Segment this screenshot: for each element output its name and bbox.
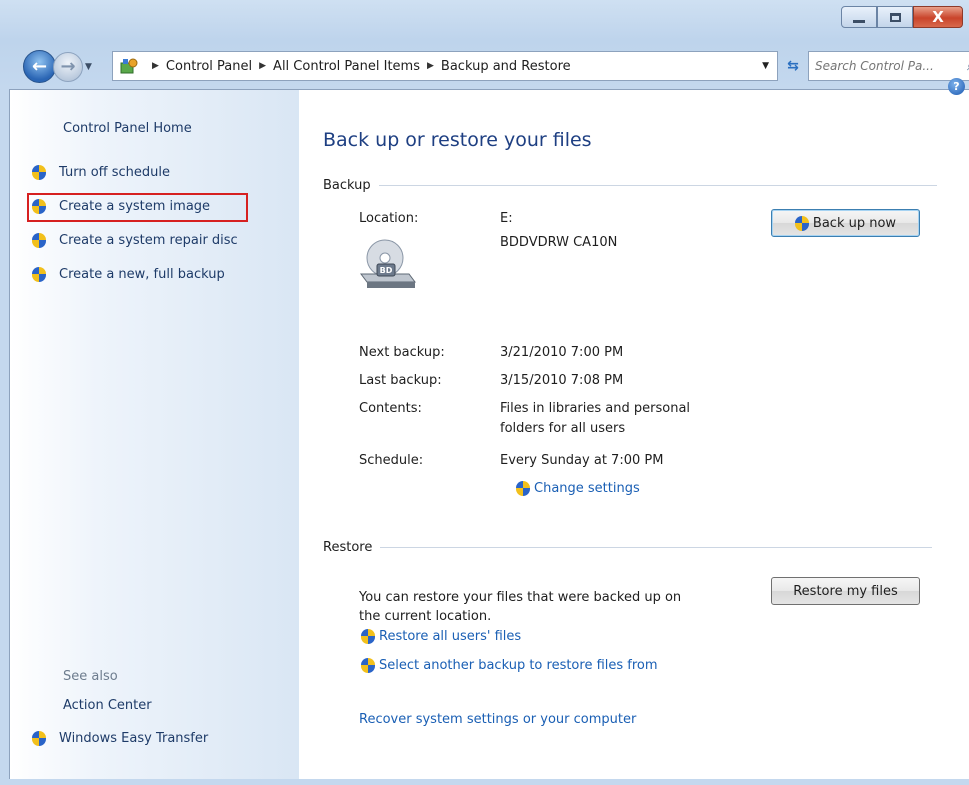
page-title: Back up or restore your files: [323, 129, 592, 151]
contents-value-line1: Files in libraries and personal: [500, 401, 691, 416]
next-backup-value: 3/21/2010 7:00 PM: [500, 345, 624, 360]
task-label: Windows Easy Transfer: [59, 731, 209, 746]
next-backup-label: Next backup:: [359, 345, 445, 360]
task-label: Create a system repair disc: [59, 233, 238, 248]
control-panel-icon: [119, 57, 139, 75]
uac-shield-icon: [32, 233, 46, 248]
restore-all-users-label: Restore all users' files: [379, 629, 522, 644]
restore-section-heading: Restore: [323, 540, 933, 555]
maximize-icon: [889, 12, 901, 22]
restore-description-line1: You can restore your files that were bac…: [359, 590, 682, 605]
uac-shield-icon: [516, 481, 530, 496]
uac-shield-icon: [794, 215, 809, 231]
task-turn-off-schedule[interactable]: Turn off schedule: [32, 165, 170, 180]
search-input[interactable]: [809, 58, 967, 74]
select-another-label: Select another backup to restore files f…: [379, 658, 658, 673]
maximize-button[interactable]: [877, 6, 913, 28]
contents-value-line2: folders for all users: [500, 421, 626, 436]
schedule-value: Every Sunday at 7:00 PM: [500, 453, 664, 468]
breadcrumb: ▶ Control Panel ▶ All Control Panel Item…: [145, 59, 571, 74]
last-backup-value: 3/15/2010 7:08 PM: [500, 373, 624, 388]
close-button[interactable]: X: [913, 6, 963, 28]
see-also-heading: See also: [63, 669, 118, 684]
section-divider: [378, 185, 937, 186]
recover-system-label: Recover system settings or your computer: [359, 712, 637, 727]
backup-section-heading: Backup: [323, 178, 937, 193]
breadcrumb-all-control-panel-items[interactable]: All Control Panel Items: [273, 59, 420, 74]
breadcrumb-separator-icon[interactable]: ▶: [259, 61, 266, 71]
uac-shield-icon: [32, 731, 46, 746]
drive-badge: BD: [380, 266, 393, 275]
recent-pages-dropdown-icon[interactable]: ▼: [85, 62, 92, 72]
change-settings-link[interactable]: Change settings: [516, 481, 640, 496]
help-icon[interactable]: ?: [948, 78, 965, 95]
control-panel-home-link[interactable]: Control Panel Home: [63, 121, 192, 136]
address-dropdown-icon[interactable]: ▼: [762, 61, 769, 71]
navigation-buttons: ← → ▼: [23, 50, 92, 83]
restore-my-files-button[interactable]: Restore my files: [771, 577, 920, 605]
schedule-label: Schedule:: [359, 453, 424, 468]
blu-ray-drive-icon: BD: [358, 238, 420, 292]
change-settings-label: Change settings: [534, 481, 640, 496]
section-divider: [380, 547, 933, 548]
uac-shield-icon: [32, 165, 46, 180]
refresh-button[interactable]: ⇆: [783, 55, 803, 77]
select-another-backup-link[interactable]: Select another backup to restore files f…: [361, 658, 658, 673]
search-box[interactable]: ⌕: [808, 51, 969, 81]
uac-shield-icon: [32, 267, 46, 282]
forward-button[interactable]: →: [53, 51, 83, 82]
uac-shield-icon: [361, 658, 375, 673]
backup-restore-window: X ← → ▼ ▶ Control Panel ▶ All Control Pa…: [0, 0, 969, 785]
task-label: Turn off schedule: [59, 165, 170, 180]
task-create-full-backup[interactable]: Create a new, full backup: [32, 267, 225, 282]
restore-all-users-files-link[interactable]: Restore all users' files: [361, 629, 521, 644]
highlight-box: [27, 193, 248, 222]
back-up-now-button[interactable]: Back up now: [771, 209, 920, 237]
caption-buttons: X: [841, 6, 963, 28]
last-backup-label: Last backup:: [359, 373, 442, 388]
task-label: Create a new, full backup: [59, 267, 225, 282]
restore-description-line2: the current location.: [359, 609, 492, 624]
breadcrumb-separator-icon[interactable]: ▶: [152, 61, 159, 71]
uac-shield-icon: [361, 629, 375, 644]
minimize-button[interactable]: [841, 6, 877, 28]
breadcrumb-control-panel[interactable]: Control Panel: [166, 59, 252, 74]
back-button[interactable]: ←: [23, 50, 56, 83]
address-bar[interactable]: ▶ Control Panel ▶ All Control Panel Item…: [112, 51, 778, 81]
forward-arrow-icon: →: [60, 56, 76, 77]
left-task-pane: Control Panel Home Turn off schedule Cre…: [10, 90, 299, 779]
location-label: Location:: [359, 211, 419, 226]
backup-heading-label: Backup: [323, 178, 371, 193]
content-area: Control Panel Home Turn off schedule Cre…: [9, 78, 969, 779]
task-create-system-repair-disc[interactable]: Create a system repair disc: [32, 233, 238, 248]
minimize-icon: [853, 19, 865, 23]
close-icon: X: [932, 8, 944, 26]
restore-heading-label: Restore: [323, 540, 373, 555]
breadcrumb-separator-icon[interactable]: ▶: [427, 61, 434, 71]
action-center-link[interactable]: Action Center: [63, 698, 152, 713]
restore-description: You can restore your files that were bac…: [359, 588, 739, 626]
refresh-icon: ⇆: [787, 58, 799, 74]
location-value: E:: [500, 211, 513, 226]
contents-label: Contents:: [359, 401, 422, 416]
back-arrow-icon: ←: [31, 56, 48, 77]
windows-easy-transfer-link[interactable]: Windows Easy Transfer: [32, 731, 208, 746]
back-up-now-label: Back up now: [812, 215, 897, 231]
restore-my-files-label: Restore my files: [793, 583, 898, 599]
recover-system-settings-link[interactable]: Recover system settings or your computer: [359, 712, 636, 727]
breadcrumb-backup-and-restore[interactable]: Backup and Restore: [441, 59, 571, 74]
device-name: BDDVDRW CA10N: [500, 235, 618, 250]
